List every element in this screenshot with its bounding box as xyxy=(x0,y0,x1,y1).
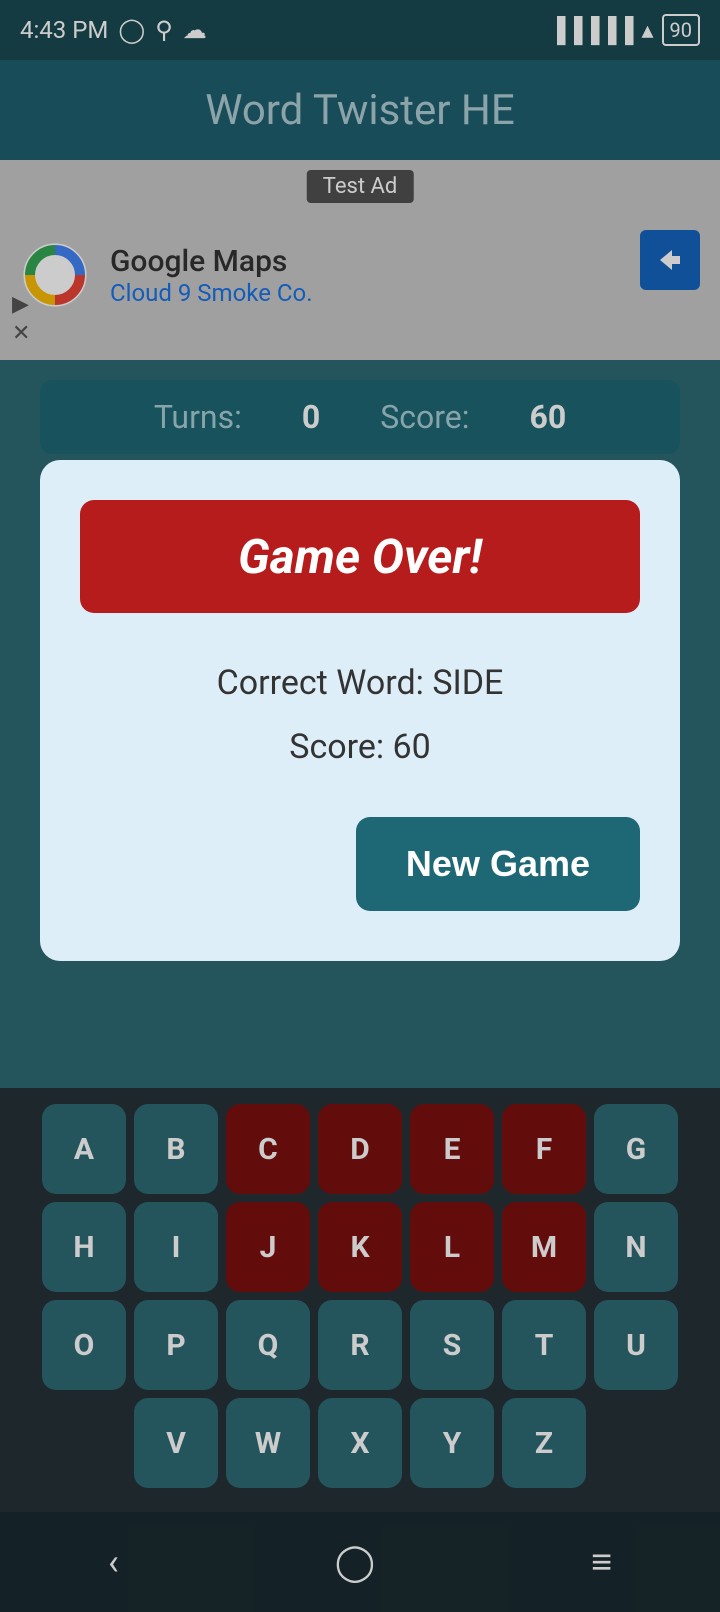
game-over-text: Game Over! xyxy=(238,528,482,585)
new-game-button[interactable]: New Game xyxy=(356,817,640,911)
score-display-text: Score: 60 xyxy=(80,727,640,767)
modal-overlay: Game Over! Correct Word: SIDE Score: 60 … xyxy=(0,0,720,1612)
game-over-modal: Game Over! Correct Word: SIDE Score: 60 … xyxy=(40,460,680,961)
correct-word-text: Correct Word: SIDE xyxy=(80,663,640,703)
game-over-banner: Game Over! xyxy=(80,500,640,613)
